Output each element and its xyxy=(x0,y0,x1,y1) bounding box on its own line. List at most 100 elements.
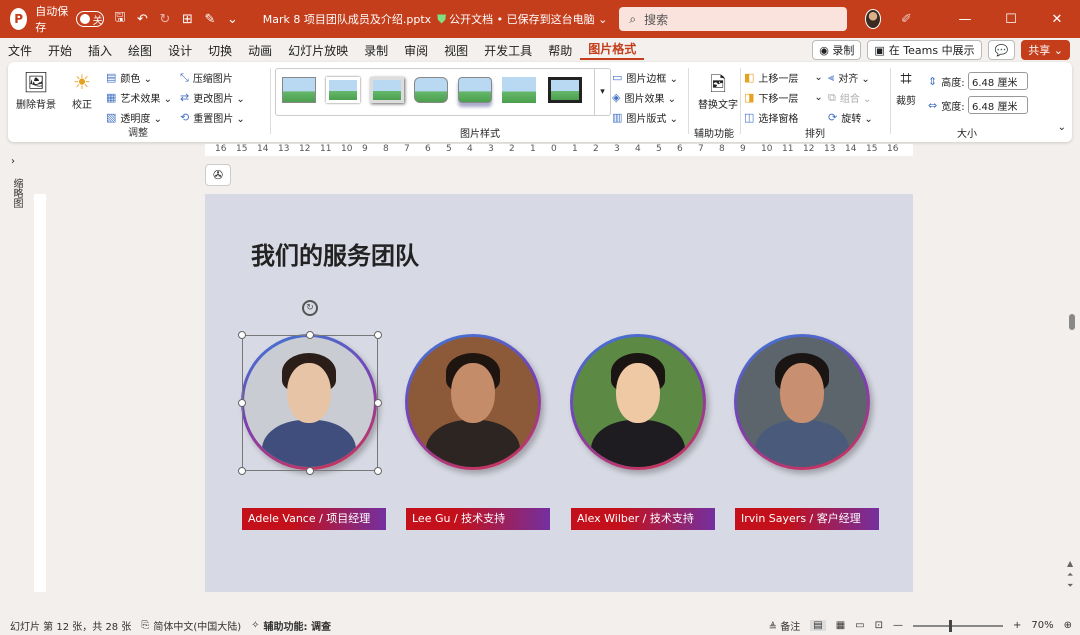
artistic-effects-button[interactable]: ▦ 艺术效果 ⌄ xyxy=(106,90,172,105)
save-status[interactable]: 公开文档 • 已保存到这台电脑 ⌄ xyxy=(449,11,607,27)
style-thumb[interactable] xyxy=(370,77,404,103)
resize-handle[interactable] xyxy=(374,467,382,475)
style-thumb[interactable] xyxy=(414,77,448,103)
style-thumb[interactable] xyxy=(282,77,316,103)
teams-present-button[interactable]: ▣ 在 Teams 中展示 xyxy=(867,40,982,60)
pen-icon[interactable]: ✐ xyxy=(901,12,912,27)
reset-picture-button[interactable]: ⟲ 重置图片 ⌄ xyxy=(180,110,245,125)
member-name-label[interactable]: Lee Gu / 技术支持 xyxy=(406,508,550,530)
slide-sorter-icon[interactable]: ▦ xyxy=(836,620,845,631)
crop-button[interactable]: ⌗ 裁剪 xyxy=(896,66,916,107)
style-thumb[interactable] xyxy=(326,77,360,103)
resize-handle[interactable] xyxy=(238,399,246,407)
rotate-button[interactable]: ⟳ 旋转 ⌄ xyxy=(828,110,873,125)
scrollbar-thumb[interactable] xyxy=(1069,314,1075,330)
picture-styles-gallery[interactable]: ▾ xyxy=(275,68,611,116)
tab-12[interactable]: 帮助 xyxy=(540,42,580,59)
bring-forward-button[interactable]: ◧ 上移一层 ⌄ xyxy=(744,70,823,85)
rotate-handle-icon[interactable]: ↻ xyxy=(302,300,318,316)
resize-handle[interactable] xyxy=(374,399,382,407)
slide-title[interactable]: 我们的服务团队 xyxy=(251,236,419,271)
tab-5[interactable]: 切换 xyxy=(200,42,240,59)
picture-effects-button[interactable]: ◈ 图片效果 ⌄ xyxy=(612,90,676,105)
style-thumb[interactable] xyxy=(502,77,536,103)
team-member-photo[interactable] xyxy=(405,334,541,470)
tab-1[interactable]: 开始 xyxy=(40,42,80,59)
tab-9[interactable]: 审阅 xyxy=(396,42,436,59)
member-name-label[interactable]: Alex Wilber / 技术支持 xyxy=(571,508,715,530)
present-icon[interactable]: ⊞ xyxy=(181,12,194,27)
transparency-button[interactable]: ▧ 透明度 ⌄ xyxy=(106,110,162,125)
undo-icon[interactable]: ↶ xyxy=(136,12,149,27)
reading-view-icon[interactable]: ▭ xyxy=(855,620,864,631)
close-icon[interactable]: ✕ xyxy=(1034,12,1080,27)
zoom-slider[interactable] xyxy=(912,619,1003,632)
slide-canvas[interactable]: 我们的服务团队 Adele Vance / 项目经理 Lee Gu / 技术支持 A… xyxy=(205,194,913,592)
search-box[interactable]: ⌕ 搜索 xyxy=(619,7,847,31)
vertical-scrollbar[interactable]: ▲ ⏶ ⏷ xyxy=(1066,146,1078,606)
resize-handle[interactable] xyxy=(238,467,246,475)
tab-6[interactable]: 动画 xyxy=(240,42,280,59)
tab-7[interactable]: 幻灯片放映 xyxy=(280,42,356,59)
styles-more-icon[interactable]: ▾ xyxy=(594,69,610,115)
share-button[interactable]: 共享 ⌄ xyxy=(1021,40,1070,60)
width-input[interactable]: 6.48 厘米 xyxy=(968,96,1028,114)
style-thumb[interactable] xyxy=(548,77,582,103)
send-backward-button[interactable]: ◨ 下移一层 ⌄ xyxy=(744,90,823,105)
record-button[interactable]: ◉ 录制 xyxy=(812,40,862,60)
tab-11[interactable]: 开发工具 xyxy=(476,42,540,59)
selection-pane-button[interactable]: ◫ 选择窗格 xyxy=(744,110,798,125)
portrait-frame[interactable] xyxy=(570,334,706,470)
group-button[interactable]: ⧉ 组合 ⌄ xyxy=(828,90,871,106)
remove-background-button[interactable]: 🖼 删除背景 xyxy=(16,70,56,111)
portrait-frame[interactable] xyxy=(241,334,377,470)
zoom-level[interactable]: 70% xyxy=(1031,620,1053,631)
tab-8[interactable]: 录制 xyxy=(356,42,396,59)
tab-3[interactable]: 绘图 xyxy=(120,42,160,59)
team-member-photo[interactable] xyxy=(241,334,377,470)
spellcheck-icon[interactable]: ⎘ xyxy=(141,620,149,631)
tab-0[interactable]: 文件 xyxy=(0,42,40,59)
align-button[interactable]: ⫷ 对齐 ⌄ xyxy=(828,70,870,86)
style-thumb[interactable] xyxy=(458,77,492,103)
customize-qat-icon[interactable]: ⌄ xyxy=(226,12,239,27)
maximize-icon[interactable]: ☐ xyxy=(988,12,1034,27)
comment-button[interactable]: 💬 xyxy=(987,40,1016,60)
team-member-photo[interactable] xyxy=(570,334,706,470)
tab-4[interactable]: 设计 xyxy=(160,42,200,59)
zoom-slider-thumb[interactable] xyxy=(948,619,952,632)
copilot-icon[interactable]: ✇ xyxy=(205,164,231,186)
zoom-in-icon[interactable]: + xyxy=(1013,620,1021,631)
fit-slide-icon[interactable]: ⊕ xyxy=(1064,620,1072,631)
chevron-right-icon[interactable]: › xyxy=(11,156,15,167)
slideshow-icon[interactable]: ⊡ xyxy=(875,620,883,631)
tab-13[interactable]: 图片格式 xyxy=(580,40,645,60)
team-member-photo[interactable] xyxy=(734,334,870,470)
corrections-button[interactable]: ☀ 校正 xyxy=(72,70,92,111)
height-input[interactable]: 6.48 厘米 xyxy=(968,72,1028,90)
tab-10[interactable]: 视图 xyxy=(436,42,476,59)
minimize-icon[interactable]: — xyxy=(942,12,988,27)
language-indicator[interactable]: 简体中文(中国大陆) xyxy=(153,618,241,633)
resize-handle[interactable] xyxy=(306,467,314,475)
resize-handle[interactable] xyxy=(374,331,382,339)
format-painter-icon[interactable]: ✎ xyxy=(204,12,217,27)
redo-icon[interactable]: ↻ xyxy=(159,12,172,27)
portrait-frame[interactable] xyxy=(405,334,541,470)
notes-button[interactable]: ≜ 备注 xyxy=(769,618,801,633)
normal-view-icon[interactable]: ▤ xyxy=(810,620,826,631)
portrait-frame[interactable] xyxy=(734,334,870,470)
member-name-label[interactable]: Adele Vance / 项目经理 xyxy=(242,508,386,530)
avatar[interactable] xyxy=(864,9,882,29)
scroll-arrows-icon[interactable]: ▲ ⏶ ⏷ xyxy=(1067,558,1073,591)
autosave-toggle[interactable]: 关 xyxy=(75,11,104,27)
zoom-out-icon[interactable]: — xyxy=(893,620,903,631)
alt-text-button[interactable]: 🖻 替换文字 xyxy=(698,70,738,111)
change-picture-button[interactable]: ⇄ 更改图片 ⌄ xyxy=(180,90,245,105)
member-name-label[interactable]: Irvin Sayers / 客户经理 xyxy=(735,508,879,530)
accessibility-status[interactable]: 辅助功能: 调查 xyxy=(264,618,331,633)
thumbnail-pane-label[interactable]: 缩略图 xyxy=(9,178,24,208)
picture-border-button[interactable]: ▭ 图片边框 ⌄ xyxy=(612,70,678,85)
resize-handle[interactable] xyxy=(306,331,314,339)
resize-handle[interactable] xyxy=(238,331,246,339)
